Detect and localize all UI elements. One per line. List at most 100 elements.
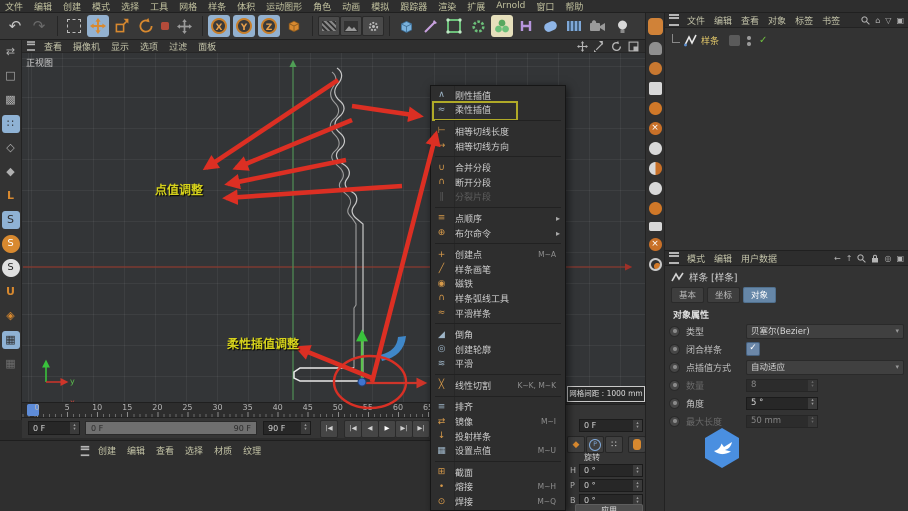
mode-icon[interactable]: U — [2, 283, 20, 301]
object-manager-menu-item[interactable]: 对象 — [768, 14, 786, 27]
animation-dot-icon[interactable] — [669, 361, 680, 373]
end-frame-field[interactable]: 90 F ▴ ▾ — [263, 421, 311, 435]
h-rotation-field[interactable]: 0 ° ▴ ▾ — [579, 464, 643, 477]
attribute-menu-item[interactable]: 模式 — [687, 252, 705, 265]
mode-icon[interactable]: ◇ — [2, 139, 20, 157]
menubar-item[interactable]: 样条 — [208, 0, 226, 13]
render-picture-icon[interactable] — [340, 16, 362, 36]
strip-icon[interactable] — [648, 142, 662, 155]
coord-system-icon[interactable] — [283, 15, 305, 37]
context-menu-item[interactable]: • 熔接 M~H — [431, 480, 565, 495]
context-menu-item[interactable]: ╳ 线性切割 K~K, M~K — [431, 378, 565, 393]
context-menu-item[interactable] — [435, 120, 561, 122]
spinner-icon[interactable]: ▴ ▾ — [301, 422, 310, 434]
layer-box-icon[interactable] — [729, 35, 741, 46]
mode-icon[interactable]: ⇄ — [2, 43, 20, 61]
tab-object[interactable]: 对象 — [743, 287, 777, 303]
mode-icon[interactable]: ▦ — [1, 331, 20, 349]
mograph-icon[interactable] — [491, 15, 513, 37]
animation-dot-icon[interactable] — [669, 343, 680, 355]
menubar-item[interactable]: 工具 — [150, 0, 168, 13]
context-menu-item[interactable]: ⊢ 相等切线长度 — [431, 124, 565, 139]
object-manager-menu-item[interactable]: 书签 — [822, 14, 840, 27]
strip-icon[interactable] — [648, 202, 662, 215]
x-axis-lock-icon[interactable]: X — [208, 15, 230, 37]
move-tool-icon[interactable] — [87, 15, 109, 37]
animation-dot-icon[interactable] — [669, 325, 680, 337]
viewport-menu-item[interactable]: 显示 — [111, 40, 129, 53]
context-menu-item[interactable]: → 相等切线方向 — [431, 139, 565, 154]
context-menu-item[interactable]: + 创建点 M~A — [431, 247, 565, 262]
context-menu-item[interactable]: ◢ 倒角 — [431, 327, 565, 342]
object-name[interactable]: 样条 — [701, 34, 719, 47]
mode-icon[interactable]: ▦ — [2, 355, 20, 373]
context-menu-item[interactable]: ⇄ 镜像 M~I — [431, 414, 565, 429]
attribute-menu-item[interactable]: 用户数据 — [741, 252, 777, 265]
current-frame-field[interactable]: 0 F ▴ ▾ — [28, 421, 80, 435]
context-menu-item[interactable] — [435, 395, 561, 397]
object-manager-menu-item[interactable]: 查看 — [741, 14, 759, 27]
capsule-icon[interactable] — [539, 15, 561, 37]
strip-icon[interactable] — [648, 258, 662, 271]
y-axis-lock-icon[interactable]: Y — [233, 15, 255, 37]
prev-frame-icon[interactable]: ◀ — [361, 420, 379, 438]
plane-handle-icon[interactable] — [380, 336, 406, 361]
spline-object[interactable] — [293, 67, 364, 382]
context-menu-item[interactable]: ↓ 投射样条 — [431, 429, 565, 444]
object-manager-menu-item[interactable]: 标签 — [795, 14, 813, 27]
mode-icon[interactable]: ◈ — [2, 307, 20, 325]
context-menu-item[interactable]: ≈ 柔性插值 — [431, 100, 565, 121]
menubar-item[interactable]: 扩展 — [467, 0, 485, 13]
context-menu-item[interactable] — [435, 374, 561, 376]
viewport-menu-item[interactable]: 查看 — [44, 40, 62, 53]
menubar-item[interactable]: 窗口 — [536, 0, 554, 13]
lock-icon[interactable] — [871, 254, 879, 263]
menubar-item[interactable]: 渲染 — [438, 0, 456, 13]
menubar-item[interactable]: 选择 — [121, 0, 139, 13]
mode-icon[interactable]: S — [1, 211, 20, 229]
object-manager-menu-item[interactable]: 文件 — [687, 14, 705, 27]
attribute-menu-item[interactable]: 编辑 — [714, 252, 732, 265]
render-view-icon[interactable] — [318, 16, 340, 36]
close-spline-checkbox[interactable]: ✓ — [746, 342, 760, 356]
rotate-tool-icon[interactable] — [135, 15, 157, 37]
tab-basic[interactable]: 基本 — [671, 287, 705, 303]
menubar-item[interactable]: 运动图形 — [266, 0, 302, 13]
viewport-menu-item[interactable]: 面板 — [198, 40, 216, 53]
up-icon[interactable]: ↑ — [846, 254, 853, 263]
mode-icon[interactable]: S — [1, 235, 20, 253]
primitive-cube-icon[interactable] — [395, 15, 417, 37]
filter-icon[interactable]: ▽ — [885, 16, 891, 25]
viewport-menu-item[interactable]: 选项 — [140, 40, 158, 53]
search-icon[interactable] — [857, 253, 867, 263]
context-menu-item[interactable]: ◎ 创建轮廓 — [431, 342, 565, 357]
generator-icon[interactable] — [467, 15, 489, 37]
menubar-item[interactable]: 角色 — [313, 0, 331, 13]
strip-icon[interactable]: × — [648, 238, 662, 251]
visibility-dots-icon[interactable] — [747, 35, 752, 46]
mode-icon[interactable]: ▩ — [2, 91, 20, 109]
spinner-icon[interactable]: ▴ ▾ — [70, 422, 79, 434]
object-manager-menu-item[interactable]: 编辑 — [714, 14, 732, 27]
type-dropdown[interactable]: 贝塞尔(Bezier) ▾ — [746, 323, 904, 339]
context-menu-item[interactable]: ◉ 磁铁 — [431, 277, 565, 292]
redo-icon[interactable]: ↷ — [28, 15, 50, 37]
context-menu-item[interactable]: ⊕ 布尔命令 ▸ — [431, 226, 565, 241]
context-menu-item[interactable] — [435, 461, 561, 463]
material-menu-item[interactable]: 编辑 — [127, 444, 145, 457]
material-menu-item[interactable]: 选择 — [185, 444, 203, 457]
strip-icon[interactable]: × — [648, 122, 662, 135]
mode-icon[interactable]: L — [2, 187, 20, 205]
burger-menu-icon[interactable] — [27, 41, 35, 51]
range-slider[interactable]: 0 F 90 F — [85, 421, 257, 435]
strip-icon[interactable] — [648, 62, 662, 75]
context-menu-item[interactable]: ⊙ 焊接 M~Q — [431, 494, 565, 509]
mode-icon[interactable]: □ — [2, 67, 20, 85]
menubar-item[interactable]: 体积 — [237, 0, 255, 13]
menubar-item[interactable]: 创建 — [63, 0, 81, 13]
cloth-icon[interactable] — [563, 15, 585, 37]
mode-icon[interactable]: ∷ — [1, 115, 20, 133]
material-menu-item[interactable]: 纹理 — [243, 444, 261, 457]
menubar-item[interactable]: 文件 — [5, 0, 23, 13]
context-menu-item[interactable]: ╱ 样条画笔 — [431, 262, 565, 277]
